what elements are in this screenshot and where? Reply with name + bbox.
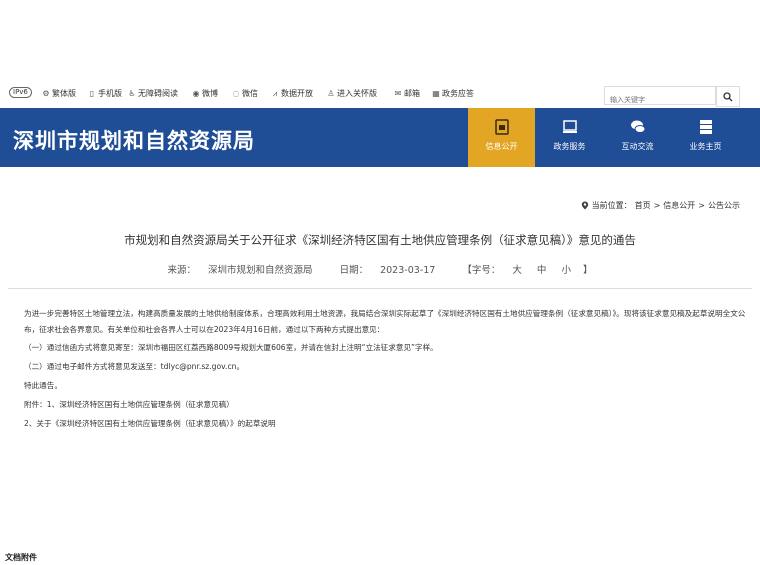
location-pin-icon xyxy=(581,201,588,210)
chat-icon xyxy=(630,120,645,133)
nav-interaction[interactable]: 互动交流 xyxy=(604,108,671,167)
nav-gov-service-label: 政务服务 xyxy=(553,142,586,151)
nav-info-public[interactable]: 信息公开 xyxy=(468,108,535,167)
weibo-icon: ◉ xyxy=(192,88,200,98)
wechat-label: 微信 xyxy=(242,89,258,98)
mobile-icon: ▯ xyxy=(89,88,95,98)
search-icon xyxy=(723,91,733,101)
server-icon xyxy=(699,120,712,134)
wechat-icon: ◌ xyxy=(232,88,240,98)
source-label: 来源： xyxy=(167,265,197,276)
paragraph-letter: （一）通过信函方式将意见寄至：深圳市福田区红荔西路8009号规划大厦606室，并… xyxy=(24,343,438,352)
site-header: 深圳市规划和自然资源局 信息公开 政务服务 互动交流 业务主页 xyxy=(0,108,760,167)
mail-icon: ✉ xyxy=(394,88,402,98)
weibo-label: 微博 xyxy=(202,89,218,98)
nav-gov-service[interactable]: 政务服务 xyxy=(536,108,603,167)
attachments-heading: 文档附件 xyxy=(5,553,37,562)
accessible-link[interactable]: ♿ 无障碍阅读 xyxy=(128,88,178,99)
date-info: 日期： 2023-03-17 xyxy=(334,265,442,276)
nav-info-public-label: 信息公开 xyxy=(485,142,518,151)
breadcrumb: 当前位置： 首页 > 信息公开 > 公告公示 xyxy=(581,200,740,211)
info-doc-icon xyxy=(494,119,509,135)
breadcrumb-home[interactable]: 首页 xyxy=(635,200,651,211)
font-small-button[interactable]: 小 xyxy=(561,265,571,276)
paragraph-intro: 为进一步完善特区土地管理立法，构建高质量发展的土地供给制度体系，合理高效利用土地… xyxy=(24,309,746,334)
article-title: 市规划和自然资源局关于公开征求《深圳经济特区国有土地供应管理条例（征求意见稿）》… xyxy=(124,233,636,247)
mailbox-label: 邮箱 xyxy=(404,89,420,98)
elder-mode-link[interactable]: ♙ 进入关怀版 xyxy=(327,88,377,99)
traditional-link[interactable]: ⚙ 繁体版 xyxy=(42,88,76,99)
top-utility-bar: IPv6 ⚙ 繁体版 ▯ 手机版 ♿ 无障碍阅读 ◉ 微博 ◌ 微信 ⩘ 数据开… xyxy=(0,84,760,108)
breadcrumb-prefix: 当前位置： xyxy=(591,201,632,210)
search-box xyxy=(604,86,716,108)
breadcrumb-sep: > xyxy=(698,201,705,210)
date-value: 2023-03-17 xyxy=(380,265,436,276)
open-data-label: 数据开放 xyxy=(281,89,313,98)
article-meta: 来源： 深圳市规划和自然资源局 日期： 2023-03-17 【字号： 大 中 小】 xyxy=(0,262,760,276)
paragraph-email: （二）通过电子邮件方式将意见发送至：tdlyc@pnr.sz.gov.cn。 xyxy=(24,362,245,371)
monitor-icon xyxy=(562,120,577,133)
traditional-label: 繁体版 xyxy=(52,89,76,98)
gov-app-link[interactable]: ▦ 政务应答 xyxy=(432,88,474,99)
attachment-1[interactable]: 附件：1、深圳经济特区国有土地供应管理条例（征求意见稿） xyxy=(10,395,752,414)
mobile-label: 手机版 xyxy=(98,89,122,98)
font-size-close: 】 xyxy=(582,265,593,276)
source-info: 来源： 深圳市规划和自然资源局 xyxy=(162,265,319,276)
search-input[interactable] xyxy=(605,92,710,108)
accessibility-icon: ♿ xyxy=(128,88,136,98)
nav-business-label: 业务主页 xyxy=(689,142,722,151)
gov-app-icon: ▦ xyxy=(432,88,440,98)
chart-icon: ⩘ xyxy=(272,88,278,98)
font-medium-button[interactable]: 中 xyxy=(537,265,547,276)
search-button[interactable] xyxy=(716,86,740,107)
breadcrumb-notices[interactable]: 公告公示 xyxy=(708,200,740,211)
divider xyxy=(8,288,752,289)
mobile-link[interactable]: ▯ 手机版 xyxy=(88,88,122,99)
weibo-link[interactable]: ◉ 微博 xyxy=(192,88,219,99)
elder-label: 进入关怀版 xyxy=(337,89,377,98)
mailbox-link[interactable]: ✉ 邮箱 xyxy=(394,88,420,99)
open-data-link[interactable]: ⩘ 数据开放 xyxy=(271,88,313,99)
font-size-control: 【字号： 大 中 小】 xyxy=(456,265,598,276)
traditional-icon: ⚙ xyxy=(42,88,50,98)
date-label: 日期： xyxy=(339,265,369,276)
article-body: 为进一步完善特区土地管理立法，构建高质量发展的土地供给制度体系，合理高效利用土地… xyxy=(10,306,752,433)
elder-icon: ♙ xyxy=(327,88,335,98)
attachment-2[interactable]: 2、关于《深圳经济特区国有土地供应管理条例（征求意见稿）》的起草说明 xyxy=(10,414,752,433)
paragraph-notice: 特此通告。 xyxy=(24,381,62,390)
font-large-button[interactable]: 大 xyxy=(512,265,522,276)
wechat-link[interactable]: ◌ 微信 xyxy=(232,88,259,99)
accessible-label: 无障碍阅读 xyxy=(138,89,178,98)
source-value: 深圳市规划和自然资源局 xyxy=(208,265,313,276)
gov-app-label: 政务应答 xyxy=(442,89,474,98)
breadcrumb-sep: > xyxy=(653,201,661,210)
site-title[interactable]: 深圳市规划和自然资源局 xyxy=(13,125,255,155)
font-size-label: 【字号： xyxy=(462,265,501,276)
ipv6-badge: IPv6 xyxy=(9,87,32,98)
breadcrumb-info-public[interactable]: 信息公开 xyxy=(663,200,695,211)
nav-business[interactable]: 业务主页 xyxy=(672,108,739,167)
nav-interaction-label: 互动交流 xyxy=(621,142,654,151)
